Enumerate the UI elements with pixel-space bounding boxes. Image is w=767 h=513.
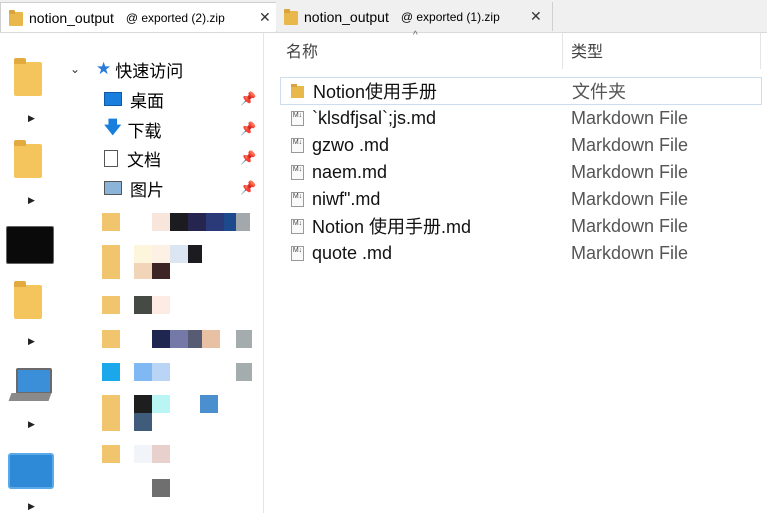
expand-arrow-icon[interactable]: ▶: [28, 195, 35, 206]
tab-exported-2[interactable]: notion_output @ exported (2).zip ✕: [0, 2, 277, 32]
file-row[interactable]: M↓ naem.md Markdown File: [280, 159, 760, 185]
markdown-file-icon: M↓: [291, 218, 304, 234]
file-type: Markdown File: [571, 188, 689, 209]
download-icon: 🡇: [104, 117, 122, 137]
markdown-file-icon: M↓: [291, 164, 304, 180]
expand-arrow-icon[interactable]: ▶: [28, 336, 35, 347]
column-header-label: 名称: [286, 44, 319, 61]
tab-subtitle: @ exported (1).zip: [400, 9, 500, 24]
tab-subtitle: @ exported (2).zip: [125, 10, 225, 25]
tree-item-label: 桌面: [130, 91, 164, 111]
file-name: gzwo .md: [312, 134, 390, 155]
tree-item-desktop[interactable]: 桌面: [104, 85, 164, 113]
file-row[interactable]: M↓ quote .md Markdown File: [280, 240, 760, 266]
folder-icon: [9, 9, 23, 26]
file-type: Markdown File: [571, 134, 689, 155]
star-icon: ★: [96, 59, 112, 78]
pin-icon[interactable]: 📌: [240, 91, 256, 107]
tree-item-documents[interactable]: 文档: [104, 144, 161, 172]
file-type: Markdown File: [571, 107, 689, 128]
pin-icon[interactable]: 📌: [240, 180, 256, 196]
tab-exported-1[interactable]: notion_output @ exported (1).zip ✕: [276, 2, 553, 31]
tree-item-label: 下载: [127, 121, 162, 141]
close-tab-icon[interactable]: ✕: [259, 9, 271, 26]
tab-title: notion_output: [29, 9, 114, 26]
file-type: 文件夹: [572, 82, 626, 102]
file-name: naem.md: [312, 161, 388, 182]
navigation-tree: ⌄ ★ 快速访问 桌面 📌 🡇 下载 📌 文档 📌 图片 📌: [62, 33, 262, 513]
tree-item-pictures[interactable]: 图片: [104, 174, 164, 202]
file-name: niwf".md: [312, 188, 381, 209]
tab-title: notion_output: [304, 8, 389, 25]
folder-icon: [291, 84, 305, 98]
pin-icon[interactable]: 📌: [240, 150, 256, 166]
file-type: Markdown File: [571, 161, 689, 182]
pictures-icon: [104, 181, 122, 195]
terminal-icon[interactable]: [6, 226, 54, 264]
file-type: Markdown File: [571, 215, 689, 236]
column-header-type[interactable]: 类型: [571, 33, 603, 67]
file-type: Markdown File: [571, 242, 689, 263]
file-name: Notion使用手册: [313, 82, 438, 102]
control-panel-icon[interactable]: [8, 453, 54, 489]
column-separator[interactable]: [562, 33, 563, 69]
column-header-label: 类型: [571, 44, 604, 61]
column-header-name[interactable]: 名称: [286, 33, 318, 67]
computer-base-icon: [8, 393, 52, 401]
file-row[interactable]: Notion使用手册 文件夹: [280, 77, 762, 105]
tab-bar: notion_output @ exported (2).zip ✕ notio…: [0, 0, 767, 33]
file-row[interactable]: M↓ niwf".md Markdown File: [280, 186, 760, 212]
chevron-down-icon[interactable]: ⌄: [70, 62, 80, 76]
pin-icon[interactable]: 📌: [240, 121, 256, 137]
quick-access-label: 快速访问: [115, 61, 184, 81]
file-name: `klsdfjsal`;js.md: [312, 107, 437, 128]
markdown-file-icon: M↓: [291, 137, 304, 153]
folder-icon[interactable]: [14, 281, 42, 319]
expand-arrow-icon[interactable]: ▶: [28, 501, 35, 512]
file-row[interactable]: M↓ Notion 使用手册.md Markdown File: [280, 213, 760, 239]
expand-arrow-icon[interactable]: ▶: [28, 113, 35, 124]
side-icon-column: ▶ ▶ ▶ ▶ ▶: [0, 33, 62, 513]
computer-icon[interactable]: [16, 368, 52, 394]
markdown-file-icon: M↓: [291, 110, 304, 126]
folder-icon[interactable]: [14, 58, 42, 96]
tree-item-label: 文档: [127, 150, 161, 170]
column-separator[interactable]: [760, 33, 761, 69]
desktop-icon: [104, 92, 122, 106]
quick-access-header[interactable]: ★ 快速访问: [96, 55, 183, 83]
expand-arrow-icon[interactable]: ▶: [28, 419, 35, 430]
folder-icon[interactable]: [14, 140, 42, 178]
file-row[interactable]: M↓ `klsdfjsal`;js.md Markdown File: [280, 105, 760, 131]
sort-ascending-icon: ^: [413, 30, 418, 41]
tree-item-downloads[interactable]: 🡇 下载: [104, 115, 161, 143]
close-tab-icon[interactable]: ✕: [530, 8, 542, 25]
file-name: Notion 使用手册.md: [312, 217, 472, 237]
markdown-file-icon: M↓: [291, 245, 304, 261]
pane-divider[interactable]: [263, 33, 264, 513]
markdown-file-icon: M↓: [291, 191, 304, 207]
folder-icon: [284, 8, 298, 25]
file-name: quote .md: [312, 242, 393, 263]
file-row[interactable]: M↓ gzwo .md Markdown File: [280, 132, 760, 158]
tree-item-label: 图片: [130, 180, 164, 200]
document-icon: [104, 149, 118, 167]
